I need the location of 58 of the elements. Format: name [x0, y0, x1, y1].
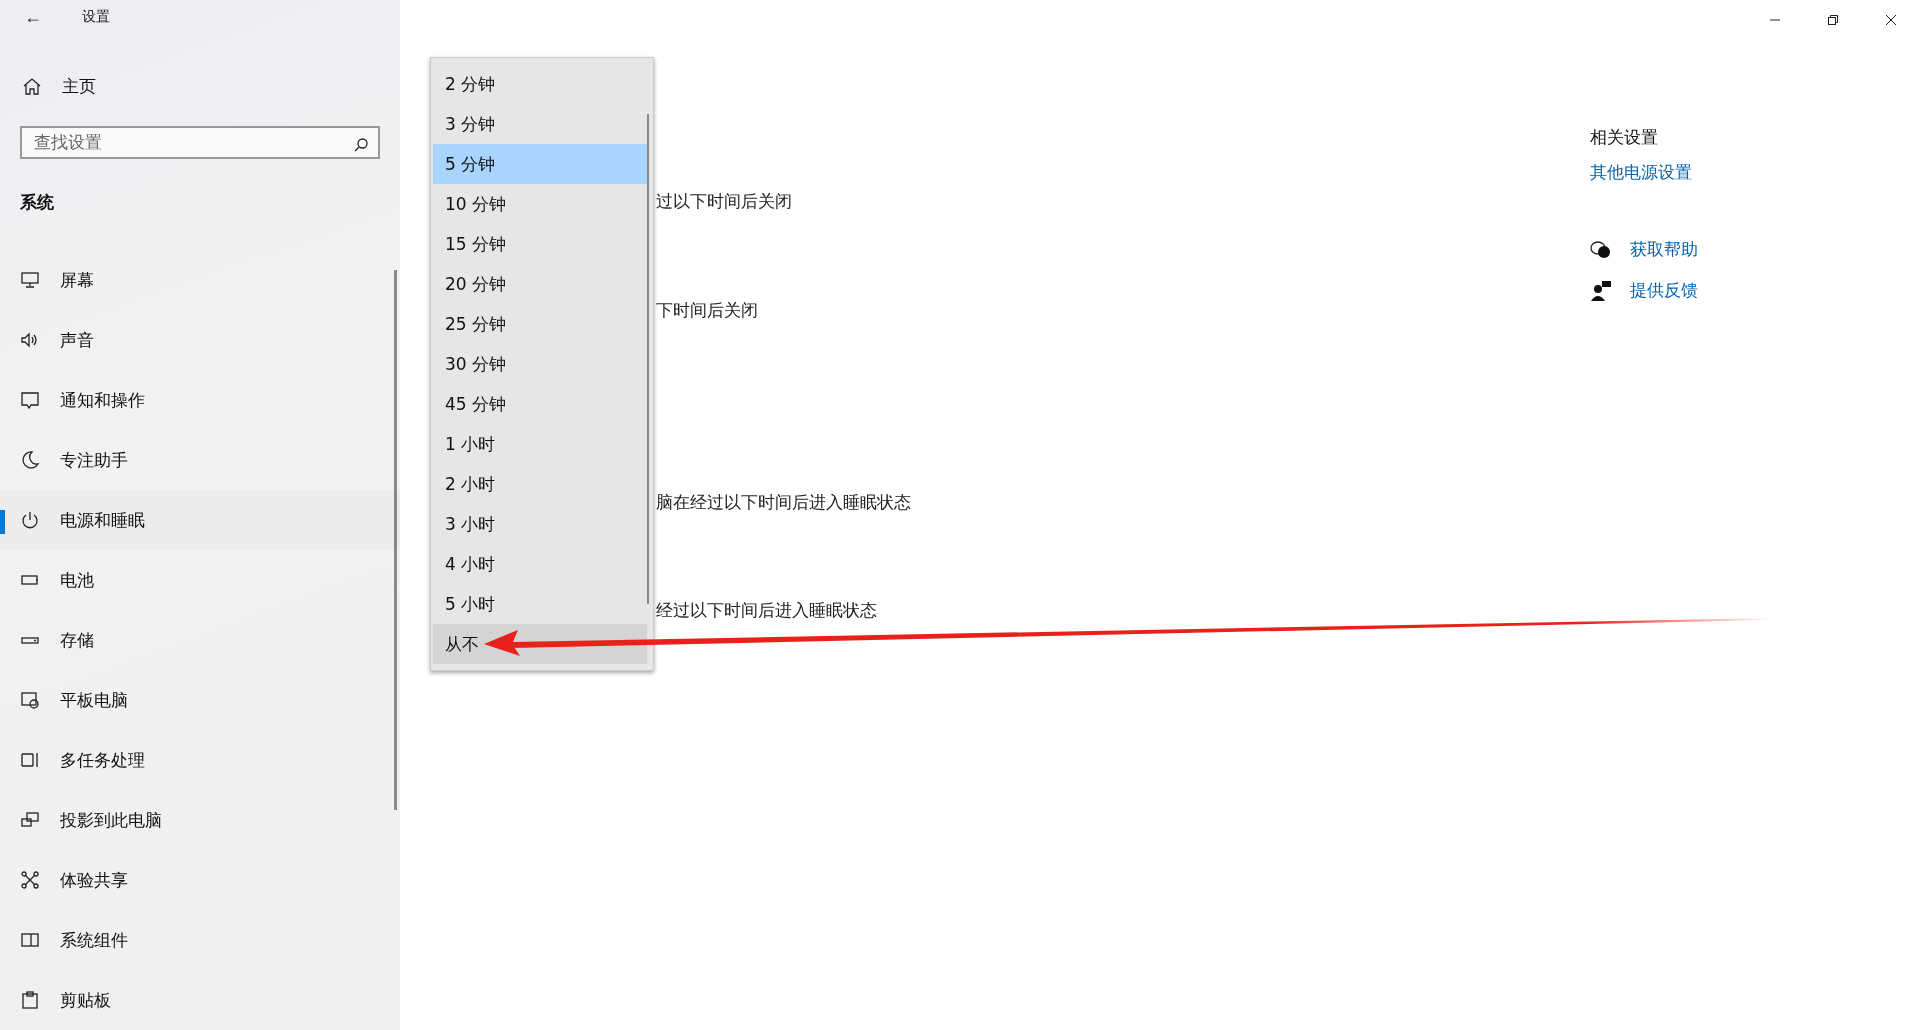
- related-heading: 相关设置: [1590, 126, 1659, 149]
- setting-description: 过以下时间后关闭: [656, 190, 793, 213]
- setting-description: 经过以下时间后进入睡眠状态: [656, 599, 878, 622]
- chat-question-icon: [1590, 239, 1612, 260]
- multitask-icon: [20, 750, 40, 770]
- dropdown-option[interactable]: 5 小时: [433, 584, 647, 624]
- dropdown-option[interactable]: 2 小时: [433, 464, 647, 504]
- search-field[interactable]: 查找设置: [20, 125, 380, 159]
- monitor-icon: [20, 270, 40, 290]
- nav-item[interactable]: 系统组件: [0, 910, 400, 970]
- nav-item[interactable]: 通知和操作: [0, 370, 400, 430]
- power-icon: [20, 510, 40, 530]
- setting-description: 下时间后关闭: [656, 299, 759, 322]
- dropdown-option[interactable]: 2 分钟: [433, 64, 647, 104]
- nav-item[interactable]: 多任务处理: [0, 730, 400, 790]
- dropdown-option[interactable]: 30 分钟: [433, 344, 647, 384]
- search-icon: [354, 137, 368, 152]
- power-settings-link[interactable]: 其他电源设置: [1590, 161, 1698, 184]
- dropdown-option[interactable]: 4 小时: [433, 544, 647, 584]
- nav-item[interactable]: 存储: [0, 610, 400, 670]
- dropdown-option[interactable]: 3 分钟: [433, 104, 647, 144]
- dropdown-option[interactable]: 15 分钟: [433, 224, 647, 264]
- restore-icon: [1827, 14, 1839, 26]
- sound-icon: [20, 330, 40, 350]
- nav-item[interactable]: 声音: [0, 310, 400, 370]
- home-link[interactable]: 主页: [0, 34, 400, 98]
- help-link[interactable]: 提供反馈: [1630, 279, 1698, 302]
- selection-indicator: [0, 510, 5, 534]
- dropdown-option[interactable]: 1 小时: [433, 424, 647, 464]
- clipboard-icon: [20, 990, 40, 1010]
- section-heading: 系统: [19, 191, 55, 214]
- dropdown-option[interactable]: 25 分钟: [433, 304, 647, 344]
- dropdown-option[interactable]: 20 分钟: [433, 264, 647, 304]
- window-title: 设置: [82, 8, 110, 27]
- share-icon: [20, 870, 40, 890]
- nav-item[interactable]: 屏幕: [0, 250, 400, 310]
- setting-description: 脑在经过以下时间后进入睡眠状态: [656, 491, 912, 514]
- moon-icon: [20, 450, 40, 470]
- project-icon: [20, 810, 40, 830]
- back-button[interactable]: ←: [20, 6, 46, 28]
- help-link[interactable]: 获取帮助: [1630, 238, 1698, 261]
- nav-item[interactable]: 投影到此电脑: [0, 790, 400, 850]
- nav-item[interactable]: 专注助手: [0, 430, 400, 490]
- tablet-icon: [20, 690, 40, 710]
- dropdown-option[interactable]: 10 分钟: [433, 184, 647, 224]
- nav-item[interactable]: 剪贴板: [0, 970, 400, 1030]
- close-icon: [1885, 14, 1897, 26]
- components-icon: [20, 930, 40, 950]
- home-icon: [22, 76, 42, 97]
- nav-item[interactable]: 体验共享: [0, 850, 400, 910]
- dropdown-option[interactable]: 45 分钟: [433, 384, 647, 424]
- nav-item[interactable]: 电源和睡眠: [0, 490, 400, 550]
- dropdown-option[interactable]: 5 分钟: [433, 144, 647, 184]
- message-icon: [20, 390, 40, 410]
- person-feedback-icon: [1590, 279, 1612, 302]
- dropdown-option[interactable]: 3 小时: [433, 504, 647, 544]
- nav-item[interactable]: 电池: [0, 550, 400, 610]
- nav-item[interactable]: 平板电脑: [0, 670, 400, 730]
